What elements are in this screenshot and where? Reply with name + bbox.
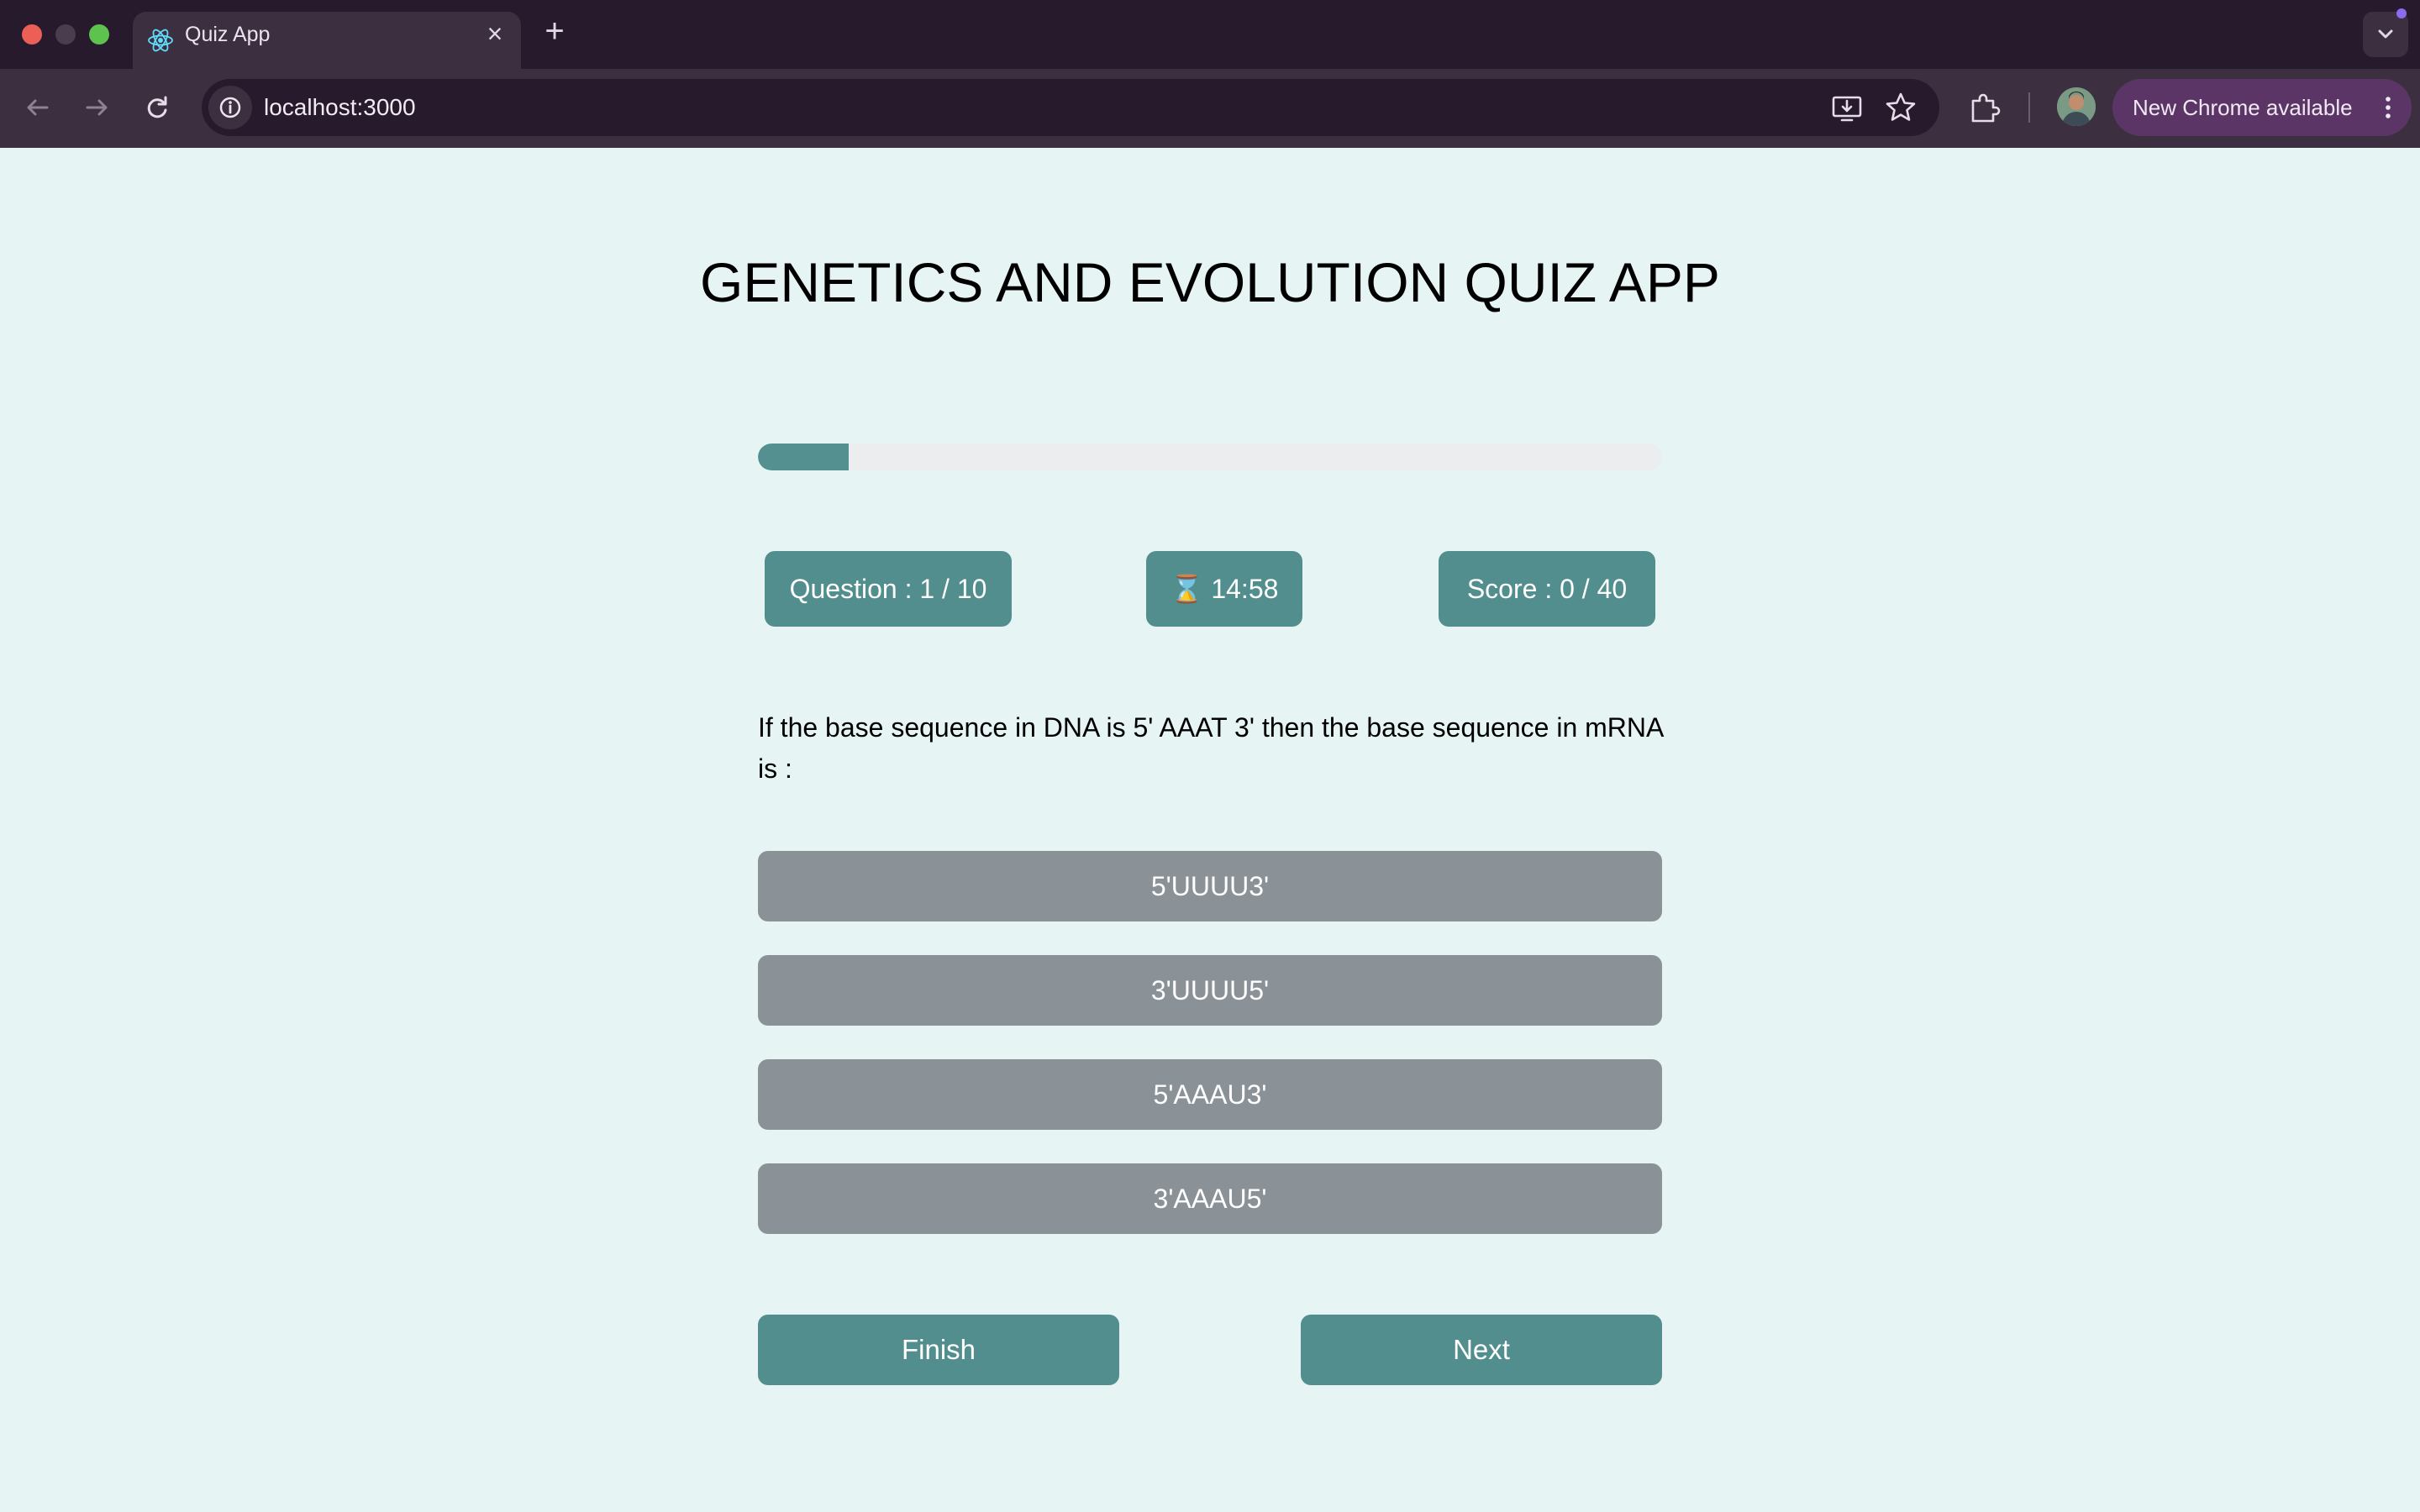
progress-fill xyxy=(758,444,849,470)
question-counter-badge: Question : 1 / 10 xyxy=(765,551,1012,627)
close-icon[interactable]: × xyxy=(482,20,508,47)
avatar-image xyxy=(2057,87,2096,126)
star-icon[interactable] xyxy=(1882,89,1919,126)
question-text: If the base sequence in DNA is 5' AAAT 3… xyxy=(758,712,1663,784)
url-text[interactable]: localhost:3000 xyxy=(264,79,416,136)
update-label: New Chrome available xyxy=(2133,95,2353,120)
page-title: GENETICS AND EVOLUTION QUIZ APP xyxy=(700,251,1720,313)
chevron-down-icon xyxy=(2378,29,2393,39)
quiz-progress-bar xyxy=(758,444,1662,470)
finish-button[interactable]: Finish xyxy=(758,1315,1119,1385)
score-badge: Score : 0 / 40 xyxy=(1439,551,1655,627)
answer-option-1[interactable]: 5'UUUU3' xyxy=(758,851,1662,921)
react-logo-icon xyxy=(148,29,173,52)
next-button[interactable]: Next xyxy=(1301,1315,1662,1385)
avatar[interactable] xyxy=(2057,87,2096,126)
forward-arrow-icon[interactable] xyxy=(76,87,118,129)
maximize-window-button[interactable] xyxy=(89,24,109,45)
plus-icon[interactable]: + xyxy=(539,14,570,48)
info-icon xyxy=(219,97,241,118)
answer-option-4[interactable]: 3'AAAU5' xyxy=(758,1163,1662,1234)
answer-option-3[interactable]: 5'AAAU3' xyxy=(758,1059,1662,1130)
close-window-button[interactable] xyxy=(22,24,42,45)
site-info-button[interactable] xyxy=(208,86,252,129)
puzzle-icon[interactable] xyxy=(1966,89,2003,126)
tab-title: Quiz App xyxy=(185,23,271,46)
notification-dot xyxy=(2396,8,2407,18)
reload-icon[interactable] xyxy=(136,87,178,129)
browser-tab-strip: Quiz App × + xyxy=(0,0,2420,69)
toolbar-divider xyxy=(2028,92,2030,123)
install-app-icon[interactable] xyxy=(1828,89,1865,126)
address-bar[interactable] xyxy=(202,79,1939,136)
back-arrow-icon[interactable] xyxy=(17,87,59,129)
kebab-menu-icon xyxy=(2386,97,2391,118)
minimize-window-button[interactable] xyxy=(55,24,76,45)
update-chrome-button[interactable]: New Chrome available xyxy=(2112,79,2412,136)
tab-search-button[interactable] xyxy=(2363,12,2408,57)
browser-tab[interactable]: Quiz App × xyxy=(133,12,521,69)
answer-option-2[interactable]: 3'UUUU5' xyxy=(758,955,1662,1026)
timer-badge: ⌛ 14:58 xyxy=(1146,551,1302,627)
